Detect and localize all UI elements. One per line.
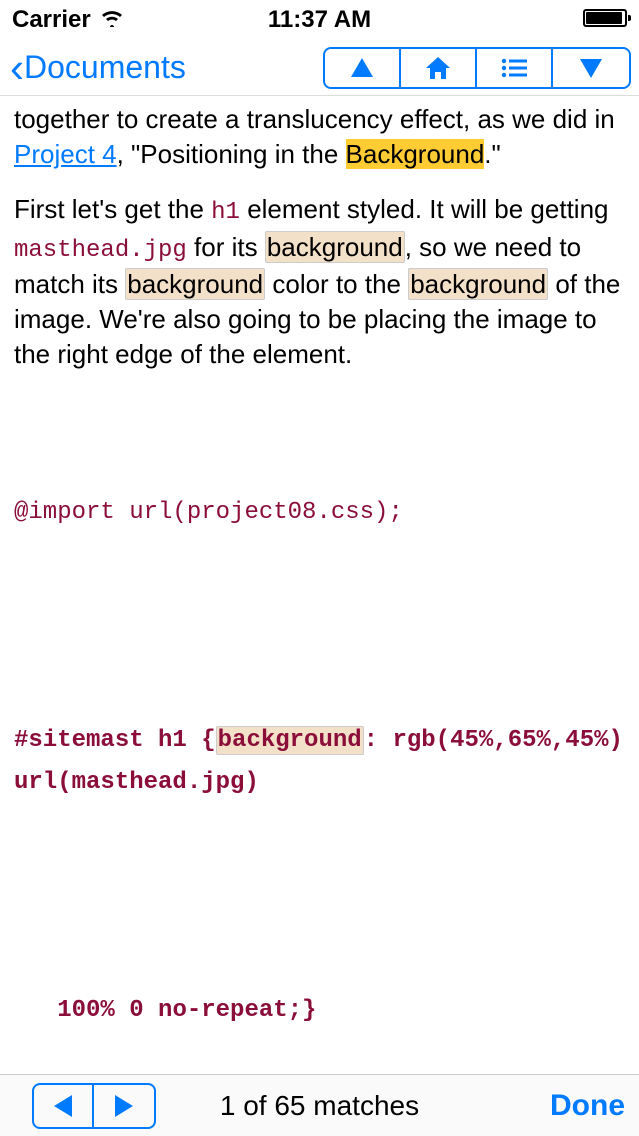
inline-code: masthead.jpg	[14, 237, 187, 264]
search-highlight-current: Background	[346, 139, 485, 169]
back-label: Documents	[24, 49, 186, 86]
next-page-button[interactable]	[553, 49, 629, 87]
search-highlight: background	[408, 268, 548, 300]
inline-code: h1	[211, 199, 240, 226]
paragraph: First let's get the h1 element styled. I…	[14, 192, 625, 372]
document-content[interactable]: together to create a translucency effect…	[0, 96, 639, 1074]
paragraph: together to create a translucency effect…	[14, 102, 625, 172]
prev-page-button[interactable]	[325, 49, 401, 87]
status-bar: Carrier 11:37 AM	[0, 0, 639, 40]
search-highlight: background	[216, 726, 364, 755]
search-highlight: background	[265, 231, 405, 263]
toc-button[interactable]	[477, 49, 553, 87]
nav-bar: ‹ Documents	[0, 40, 639, 96]
carrier-label: Carrier	[12, 6, 91, 34]
next-match-button[interactable]	[94, 1085, 154, 1127]
back-button[interactable]: ‹ Documents	[10, 47, 186, 89]
toolbar-segmented-control	[323, 47, 631, 89]
status-left: Carrier	[12, 6, 125, 34]
search-highlight: background	[125, 268, 265, 300]
prev-match-button[interactable]	[34, 1085, 94, 1127]
battery-icon	[583, 6, 627, 34]
done-button[interactable]: Done	[550, 1089, 625, 1123]
search-bar: 1 of 65 matches Done	[0, 1074, 639, 1136]
home-button[interactable]	[401, 49, 477, 87]
search-nav-control	[32, 1083, 156, 1129]
chevron-left-icon: ‹	[10, 47, 24, 89]
code-block: @import url(project08.css); #sitemast h1…	[14, 408, 625, 1074]
wifi-icon	[99, 6, 125, 34]
link-project-4[interactable]: Project 4	[14, 139, 117, 169]
